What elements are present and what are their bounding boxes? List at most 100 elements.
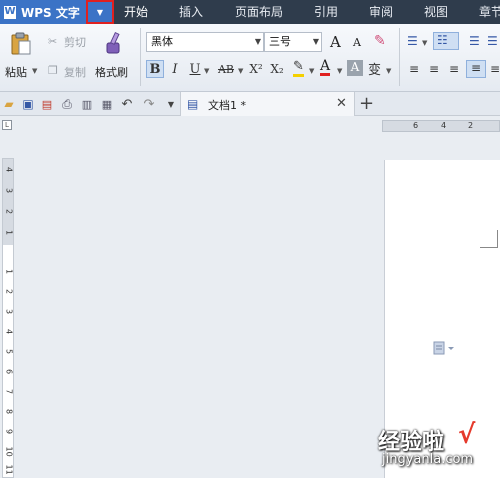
ruler-number: 1 [4, 268, 14, 275]
font-size-value: 三号 [269, 35, 291, 48]
app-menu-dropdown-button[interactable]: ▼ [86, 0, 114, 24]
chevron-down-icon: ▼ [312, 37, 319, 46]
format-painter-label: 格式刷 [95, 66, 128, 79]
strike-dropdown-icon[interactable]: ▼ [238, 67, 243, 75]
ruler-number: 2 [4, 288, 14, 295]
ruler-number: 2 [4, 208, 14, 215]
tab-home[interactable]: 开始 [124, 0, 148, 24]
superscript-button[interactable]: X² [246, 60, 266, 78]
ruler-number: 9 [4, 428, 14, 435]
clipboard-icon [11, 32, 31, 55]
quick-access-bar: ▰ ▣ ▤ ⎙ ▥ ▦ ↶ ↷ ▼ ▤ 文档1 * ✕ + [0, 92, 500, 116]
ruler-number: 2 [468, 121, 474, 130]
ruler-number: 4 [441, 121, 447, 130]
page-corner-mark [480, 230, 498, 248]
phonetic-dropdown-icon[interactable]: ▼ [386, 67, 391, 75]
close-tab-button[interactable]: ✕ [336, 96, 347, 111]
redo-icon[interactable]: ↷ [142, 97, 156, 112]
paste-button[interactable] [8, 32, 34, 56]
italic-button[interactable]: I [166, 60, 184, 78]
phonetic-guide-button[interactable]: 变 [368, 59, 381, 78]
vertical-ruler[interactable]: 4 3 2 1 1 2 3 4 5 6 7 8 9 10 11 [2, 158, 14, 478]
font-color-dropdown-icon[interactable]: ▼ [337, 67, 342, 75]
justify-button[interactable]: ≡ [466, 60, 486, 78]
print-icon[interactable]: ⎙ [60, 97, 74, 111]
save-icon[interactable]: ▣ [21, 97, 35, 111]
open-folder-icon[interactable]: ▰ [2, 97, 16, 111]
tab-review[interactable]: 审阅 [369, 0, 393, 24]
ruler-number: 6 [4, 368, 14, 375]
copy-button[interactable]: 复制 [64, 64, 86, 80]
export-pdf-icon[interactable]: ▤ [40, 97, 54, 111]
grow-font-button[interactable]: A [330, 33, 341, 51]
ruler-number: 4 [4, 328, 14, 335]
font-size-combo[interactable]: 三号 ▼ [264, 32, 322, 52]
tab-stop-selector[interactable]: L [2, 120, 12, 130]
align-right-icon[interactable]: ≡ [449, 62, 459, 76]
distribute-icon[interactable]: ≡ [490, 62, 500, 76]
chevron-down-icon: ▼ [254, 37, 261, 46]
highlight-button[interactable]: ✎ [293, 60, 304, 77]
format-painter-button[interactable] [102, 30, 126, 56]
font-name-value: 黑体 [151, 35, 173, 48]
cut-icon: ✂ [48, 35, 58, 48]
highlight-dropdown-icon[interactable]: ▼ [309, 67, 314, 75]
strikethrough-button[interactable]: AB [214, 60, 238, 78]
paste-options-icon[interactable] [433, 341, 455, 358]
bullet-dropdown-icon[interactable]: ▼ [422, 39, 427, 47]
new-tab-button[interactable]: + [359, 93, 374, 114]
bullet-list-icon[interactable]: ☰ [407, 34, 418, 48]
clear-format-icon[interactable]: ✎ [374, 33, 386, 49]
underline-button[interactable]: U [186, 60, 204, 78]
copy-icon: ❐ [48, 64, 58, 77]
ribbon-separator [140, 28, 141, 86]
ruler-number: 7 [4, 388, 14, 395]
font-name-combo[interactable]: 黑体 ▼ [146, 32, 264, 52]
tab-page-layout[interactable]: 页面布局 [235, 0, 283, 24]
title-menu-bar: W WPS 文字 ▼ 开始 插入 页面布局 引用 审阅 视图 章节 [0, 0, 500, 24]
wps-logo-icon: W [4, 5, 16, 19]
ruler-number: 3 [4, 187, 14, 194]
ruler-number: 10 [4, 446, 14, 457]
paste-dropdown-icon[interactable]: ▼ [32, 67, 37, 75]
bold-button[interactable]: B [146, 60, 164, 78]
cut-button[interactable]: 剪切 [64, 34, 86, 50]
indent-icon[interactable]: ☰ [469, 34, 480, 48]
tab-references[interactable]: 引用 [314, 0, 338, 24]
underline-dropdown-icon[interactable]: ▼ [204, 67, 209, 75]
ruler-number: 4 [4, 166, 14, 173]
ruler-number: 5 [4, 348, 14, 355]
numbered-list-button[interactable]: ☷ [433, 32, 459, 50]
undo-icon[interactable]: ↶ [120, 97, 134, 112]
watermark-url: jingyanla.com [382, 452, 474, 467]
shrink-font-button[interactable]: A [353, 36, 361, 49]
document-icon: ▤ [187, 97, 199, 111]
document-tab[interactable]: ▤ 文档1 * ✕ [180, 92, 355, 116]
horizontal-ruler[interactable]: 6 4 2 [382, 120, 500, 132]
font-color-button[interactable]: A [320, 59, 331, 76]
ruler-number: 11 [4, 464, 14, 475]
ruler-number: 8 [4, 408, 14, 415]
print-preview-icon[interactable]: ▥ [80, 97, 94, 111]
char-shading-button[interactable]: A [347, 60, 363, 76]
align-left-icon[interactable]: ≡ [409, 62, 419, 76]
paste-label: 粘贴 [5, 66, 27, 79]
subscript-button[interactable]: X₂ [267, 60, 287, 78]
align-center-icon[interactable]: ≡ [429, 62, 439, 76]
document-tab-label: 文档1 * [208, 99, 246, 112]
ruler-number: 6 [413, 121, 419, 130]
ruler-number: 1 [4, 229, 14, 236]
app-title: WPS 文字 [21, 5, 80, 20]
tab-section[interactable]: 章节 [479, 0, 500, 24]
tab-insert[interactable]: 插入 [179, 0, 203, 24]
customize-dropdown-icon[interactable]: ▼ [164, 97, 178, 111]
app-menu-button[interactable]: W WPS 文字 [0, 0, 87, 24]
ribbon-separator [399, 28, 400, 86]
brush-icon [106, 31, 120, 54]
tab-view[interactable]: 视图 [424, 0, 448, 24]
spellcheck-icon[interactable]: ▦ [100, 97, 114, 111]
outdent-icon[interactable]: ☰ [487, 34, 498, 48]
caret-down-icon: ▼ [96, 7, 104, 17]
ribbon-home: 粘贴 ▼ ✂ 剪切 ❐ 复制 格式刷 黑体 ▼ 三号 ▼ A A ✎ B I U… [0, 24, 500, 92]
ruler-row: L 6 4 2 [0, 116, 500, 134]
